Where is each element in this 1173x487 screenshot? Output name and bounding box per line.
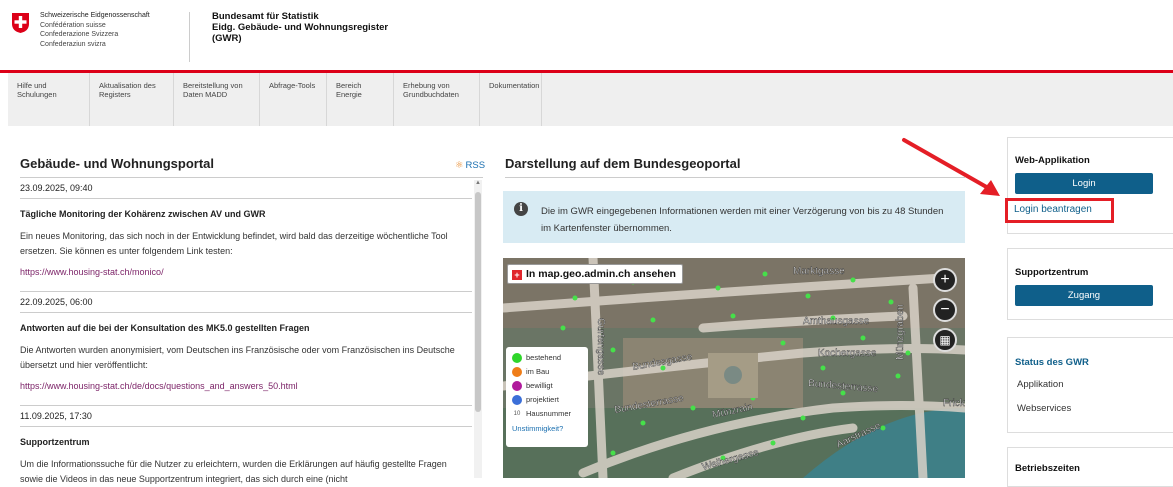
legend-item: bestehend [506,351,588,365]
support-title: Supportzentrum [1015,267,1089,278]
news-date: 11.09.2025, 17:30 [20,406,472,427]
legend-dot-icon [512,367,522,377]
nav-label: Bereitstellung von [183,81,243,90]
legend-label: projektiert [526,395,559,404]
map-street-label: Gurtengasse [595,318,606,376]
legend-dot-icon [512,381,522,391]
portal-title: Gebäude- und Wohnungsportal [20,156,215,171]
legend-item: bewilligt [506,379,588,393]
news-title: Tägliche Monitoring der Kohärenz zwische… [20,209,266,219]
hours-panel: Betriebszeiten [1007,447,1173,487]
status-title[interactable]: Status des GWR [1015,357,1089,368]
map-legend: bestehend im Bau bewilligt projektiert 1… [506,347,588,447]
info-text: Die im GWR eingegebenen Informationen we… [541,206,944,234]
nav-label: Grundbuchdaten [403,90,459,99]
red-highlight-box [1005,198,1114,223]
map-street-label: Amthausgasse [803,316,870,327]
news-scrollbar[interactable]: ▲ [474,180,482,478]
legend-label: bestehend [526,353,562,362]
rss-icon: ⚛ [455,160,464,171]
inconsistency-link[interactable]: Unstimmigkeit? [506,424,588,433]
legend-label: Hausnummer [526,409,572,418]
open-in-map-button[interactable]: + In map.geo.admin.ch ansehen [507,264,683,284]
map-street-label: Kochergasse [818,348,877,359]
header-divider [189,12,190,62]
confederation-name-rm: Confederaziun svizra [40,40,106,48]
nav-label: Daten MADD [183,90,228,99]
info-icon: i [514,202,528,216]
news-title: Antworten auf die bei der Konsultation d… [20,323,310,333]
support-access-button[interactable]: Zugang [1015,285,1153,306]
geoportal-title: Darstellung auf dem Bundesgeoportal [505,156,741,171]
legend-dot-icon [512,353,522,363]
rss-label: RSS [465,160,486,171]
confederation-name-fr: Confédération suisse [40,21,106,29]
hours-title: Betriebszeiten [1015,463,1080,474]
nav-label: Schulungen [17,90,57,99]
nav-item-aktualisation[interactable]: Aktualisation des Registers [90,73,174,126]
legend-item: 10 Hausnummer [506,407,588,421]
login-button[interactable]: Login [1015,173,1153,194]
nav-item-abfrage-tools[interactable]: Abfrage-Tools [260,73,327,126]
nav-label: Bereich Energie [336,81,362,99]
status-panel: Status des GWR Applikation Webservices [1007,337,1173,433]
office-line-2: Eidg. Gebäude- und Wohnungsregister [212,22,389,33]
zoom-in-icon[interactable]: + [933,268,957,292]
news-body: Um die Informationssuche für die Nutzer … [20,459,447,484]
map-street-label: Marktgasse [793,266,845,277]
news-date: 23.09.2025, 09:40 [20,178,472,199]
news-list: 23.09.2025, 09:40 Tägliche Monitoring de… [20,178,472,487]
status-item-webservices[interactable]: Webservices [1017,403,1071,414]
web-app-title: Web-Applikation [1015,155,1090,166]
nav-label: Registers [99,90,131,99]
legend-item: im Bau [506,365,588,379]
news-body: Ein neues Monitoring, das sich noch in d… [20,231,448,256]
support-panel: Supportzentrum Zugang [1007,248,1173,320]
news-link[interactable]: https://www.housing-stat.ch/de/docs/ques… [20,379,472,393]
nav-label: Erhebung von [403,81,450,90]
legend-dot-icon [512,395,522,405]
nav-label: Hilfe und [17,81,47,90]
scrollbar-thumb[interactable] [475,192,481,412]
legend-label: bewilligt [526,381,553,390]
nav-item-hilfe[interactable]: Hilfe und Schulungen [8,73,90,126]
confederation-name-it: Confederazione Svizzera [40,31,119,38]
nav-label: Abfrage-Tools [269,81,316,90]
main-navigation: Hilfe und Schulungen Aktualisation des Reg… [8,73,1173,126]
status-item-applikation[interactable]: Applikation [1017,379,1063,390]
map-street-label: Frick [943,398,965,409]
nav-item-dokumentation[interactable]: Dokumentation [480,73,542,126]
nav-item-bereich-energie[interactable]: Bereich Energie [327,73,394,126]
scroll-up-arrow-icon[interactable]: ▲ [475,180,481,186]
confederation-name-de: Schweizerische Eidgenossenschaft [40,12,150,19]
nav-item-erhebung[interactable]: Erhebung von Grundbuchdaten [394,73,480,126]
3d-cube-icon[interactable]: ▦ [933,328,957,352]
legend-label: im Bau [526,367,550,376]
swiss-coat-of-arms-icon [12,13,29,33]
map-street-label: Münzgraben [895,304,906,360]
open-in-map-label: In map.geo.admin.ch ansehen [526,268,676,280]
nav-filler [542,73,1173,126]
info-box: i Die im GWR eingegebenen Informationen … [503,191,965,243]
confederation-names: Schweizerische Eidgenossenschaft Confédé… [40,11,150,49]
rss-link[interactable]: ⚛ RSS [455,160,485,171]
office-line-3: (GWR) [212,33,242,44]
zoom-out-icon[interactable]: − [933,298,957,322]
office-name: Bundesamt für Statistik Eidg. Gebäude- u… [212,11,388,44]
office-line-1: Bundesamt für Statistik [212,11,319,22]
red-arrow-annotation [902,138,1000,196]
news-link[interactable]: https://www.housing-stat.ch/monico/ [20,265,472,279]
legend-number: 10 [513,411,521,417]
geoportal-title-underline [505,177,965,178]
news-title: Supportzentrum [20,437,90,447]
legend-item: projektiert [506,393,588,407]
swiss-cross-icon: + [512,270,522,280]
nav-label: Dokumentation [489,81,540,90]
nav-label: Aktualisation des [99,81,156,90]
news-body: Die Antworten wurden anonymisiert, vom D… [20,345,455,370]
site-header: Schweizerische Eidgenossenschaft Confédé… [0,0,1173,70]
nav-item-bereitstellung[interactable]: Bereitstellung von Daten MADD [174,73,260,126]
news-date: 22.09.2025, 06:00 [20,292,472,313]
